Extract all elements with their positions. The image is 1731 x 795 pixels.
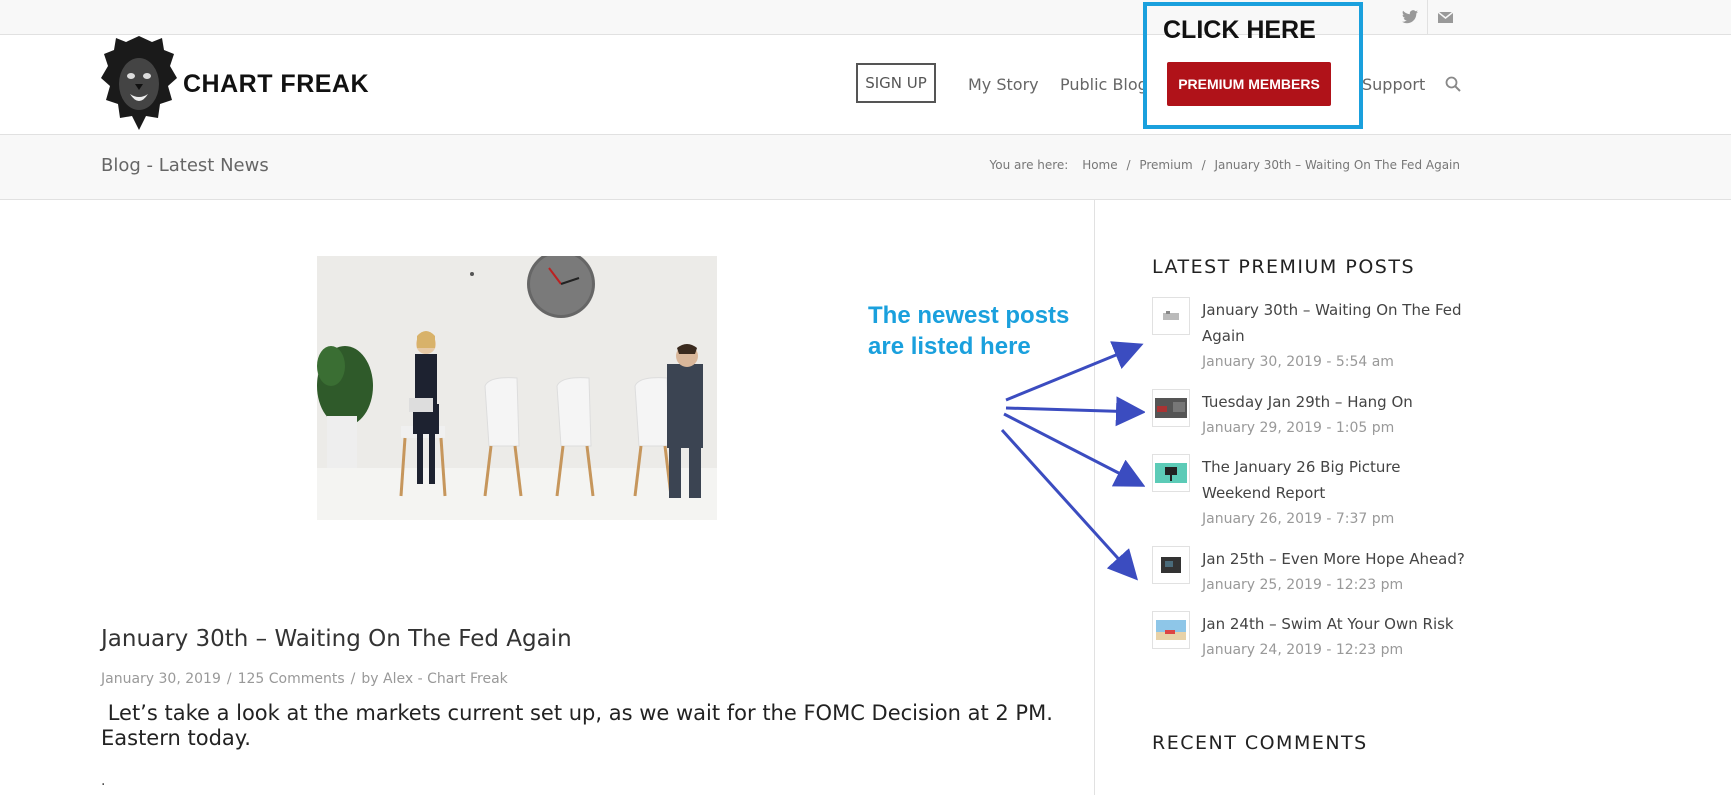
twitter-icon[interactable] [1393,0,1427,34]
sidebar-post-date: January 30, 2019 - 5:54 am [1202,354,1394,370]
page-title: Blog - Latest News [101,155,269,176]
post-by: by [361,671,379,687]
post-thumbnail[interactable] [1152,389,1190,427]
arrow-4 [1000,428,1139,581]
sidebar-post-title[interactable]: The January 26 Big Picture Weekend Repor… [1202,458,1401,502]
breadcrumb-prefix: You are here: [989,158,1069,172]
sidebar-post-title[interactable]: January 30th – Waiting On The Fed Again [1202,301,1462,345]
annotation-arrows [1000,341,1145,581]
callout-label: CLICK HERE [1163,16,1316,44]
sidebar-post-date: January 25, 2019 - 12:23 pm [1202,577,1404,593]
breadcrumb-current[interactable]: January 30th – Waiting On The Fed Again [1214,158,1460,172]
post-title[interactable]: January 30th – Waiting On The Fed Again [101,626,572,652]
latest-premium-posts-heading: LATEST PREMIUM POSTS [1152,256,1416,278]
social-bar [0,0,1731,35]
post-thumbnail[interactable] [1152,297,1190,335]
nav-my-story[interactable]: My Story [968,75,1039,94]
sidebar-post-date: January 29, 2019 - 1:05 pm [1202,420,1395,436]
nav-public-blog[interactable]: Public Blog [1060,75,1148,94]
post-trailing-text: . [101,773,106,789]
signup-button[interactable]: SIGN UP [856,63,936,103]
brand-name[interactable]: CHART FREAK [183,70,369,99]
mail-icon[interactable] [1428,0,1462,34]
post-author-link[interactable]: Alex - Chart Freak [383,671,508,687]
sidebar-post-date: January 24, 2019 - 12:23 pm [1202,642,1404,658]
post-thumbnail[interactable] [1152,611,1190,649]
arrow-1 [1005,341,1144,402]
sidebar-post-title[interactable]: Jan 25th – Even More Hope Ahead? [1202,550,1465,568]
lion-logo[interactable] [100,34,178,132]
sidebar-post-title[interactable]: Jan 24th – Swim At Your Own Risk [1202,615,1454,633]
breadcrumb: You are here: Home / Premium / January 3… [989,158,1460,172]
arrow-3 [1003,412,1145,487]
post-featured-image[interactable] [317,256,717,520]
post-comments-link[interactable]: 125 Comments [238,671,345,687]
arrow-2 [1005,396,1145,427]
sidebar-post-date: January 26, 2019 - 7:37 pm [1202,511,1395,527]
sidebar-post-title[interactable]: Tuesday Jan 29th – Hang On [1202,393,1413,411]
annotation-line-1: The newest posts [868,302,1070,329]
breadcrumb-premium[interactable]: Premium [1139,158,1192,172]
search-icon[interactable] [1445,76,1461,96]
post-thumbnail[interactable] [1152,454,1190,492]
recent-comments-heading: RECENT COMMENTS [1152,732,1368,754]
nav-support[interactable]: Support [1362,75,1425,94]
post-excerpt: Let’s take a look at the markets current… [101,701,1060,750]
post-thumbnail[interactable] [1152,546,1190,584]
breadcrumb-home[interactable]: Home [1082,158,1117,172]
post-meta: January 30, 2019/125 Comments / by Alex - … [101,671,508,687]
post-date: January 30, 2019 [101,671,221,687]
